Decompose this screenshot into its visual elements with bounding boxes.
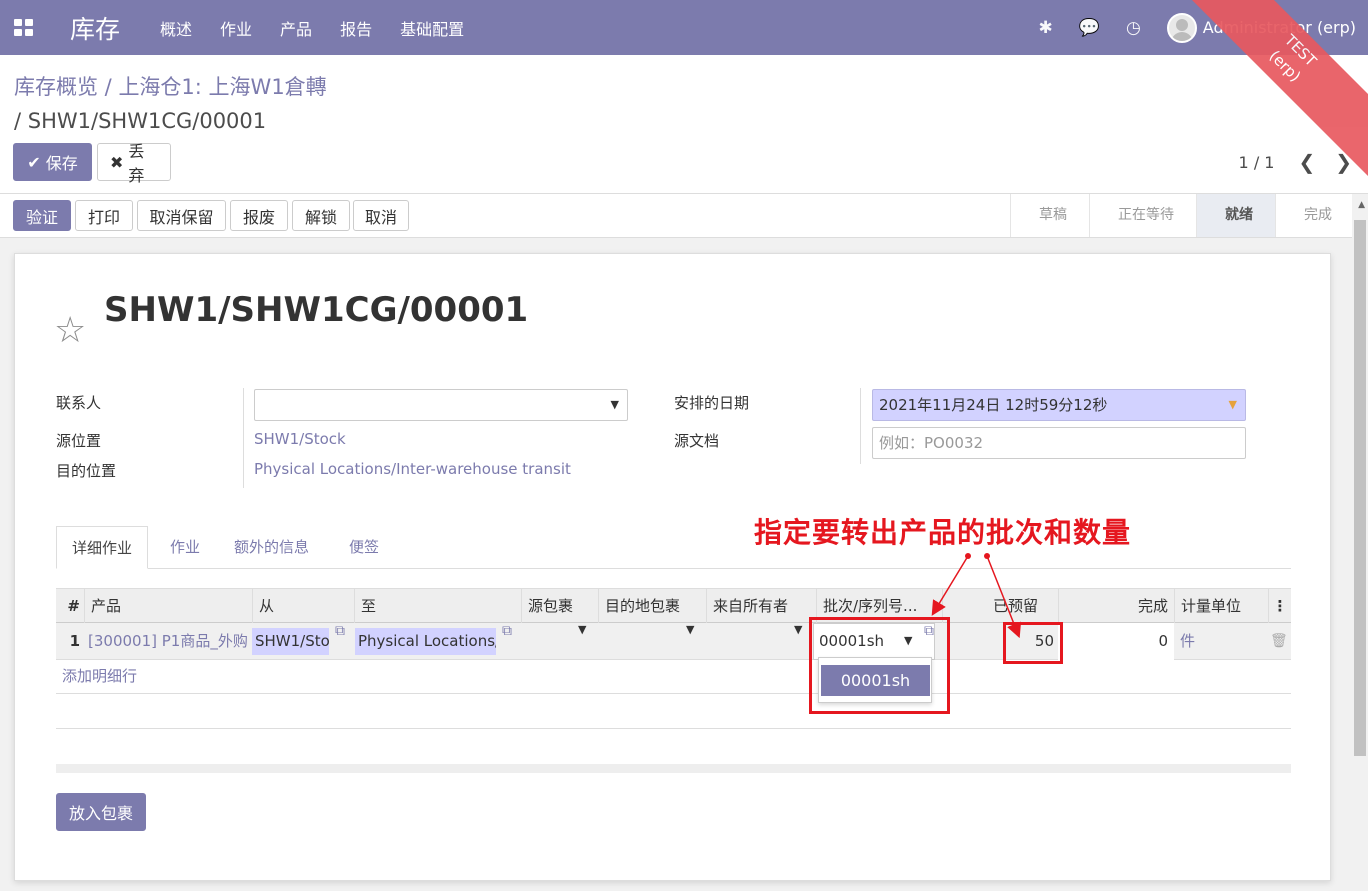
stage-ready: 就绪 xyxy=(1196,194,1275,237)
partner-label: 联系人 xyxy=(56,394,102,412)
pager-value[interactable]: 1 / 1 xyxy=(1239,153,1275,172)
trash-icon[interactable]: 🗑 xyxy=(1270,623,1290,660)
table-row[interactable]: 1 [300001] P1商品_外购 SHW1/Stock ⧉ Physical… xyxy=(56,623,1291,660)
scrollbar-thumb[interactable] xyxy=(1354,220,1366,756)
column-options-icon[interactable]: ⋮ xyxy=(1268,589,1291,624)
caret-down-icon[interactable]: ▼ xyxy=(686,623,694,636)
stage-waiting: 正在等待 xyxy=(1089,194,1196,237)
scroll-up-icon[interactable]: ▲ xyxy=(1358,200,1365,210)
stage-done: 完成 xyxy=(1275,194,1354,237)
caret-down-icon[interactable]: ▼ xyxy=(578,623,586,636)
divider-right xyxy=(860,388,861,464)
partner-select[interactable]: ▼ xyxy=(254,389,628,421)
origin-placeholder: 例如：PO0032 xyxy=(879,434,984,452)
breadcrumb-current: / SHW1/SHW1CG/00001 xyxy=(14,109,267,133)
origin-label: 源文档 xyxy=(674,432,720,450)
tab-note[interactable]: 便签 xyxy=(349,526,379,569)
annotation-box-reserved xyxy=(1003,622,1063,664)
dest-location-link[interactable]: Physical Locations/Inter-warehouse trans… xyxy=(254,460,571,478)
row-done[interactable]: 0 xyxy=(1058,623,1174,660)
tab-additional-info[interactable]: 额外的信息 xyxy=(234,526,309,569)
row-to-field[interactable]: Physical Locations/ xyxy=(355,628,496,655)
breadcrumb: 库存概览 / 上海仓1: 上海W1倉轉 / SHW1/SHW1CG/00001 xyxy=(14,70,374,138)
messages-chat-icon[interactable]: 💬 xyxy=(1079,18,1100,38)
discard-label: 丢弃 xyxy=(128,142,145,185)
row-product[interactable]: [300001] P1商品_外购 xyxy=(88,623,250,660)
record-title: SHW1/SHW1CG/00001 xyxy=(104,290,529,330)
favorite-star-icon[interactable]: ☆ xyxy=(54,310,86,351)
pager: 1 / 1 ❮ ❯ xyxy=(1239,150,1352,174)
caret-down-icon: ▼ xyxy=(1228,398,1237,411)
breadcrumb-separator: / xyxy=(98,75,119,99)
close-icon: ✖ xyxy=(110,152,124,172)
scheduled-date-value: 2021年11月24日 12时59分12秒 xyxy=(879,396,1108,414)
validate-button[interactable]: 验证 xyxy=(13,200,71,231)
statusbar: 验证 打印 取消保留 报废 解锁 取消 草稿 正在等待 就绪 完成 xyxy=(0,194,1368,238)
add-line-link[interactable]: 添加明细行 xyxy=(56,660,1291,694)
scheduled-date-label: 安排的日期 xyxy=(674,394,750,412)
source-location-label: 源位置 xyxy=(56,432,102,450)
col-to[interactable]: 至 xyxy=(354,589,521,624)
status-stages: 草稿 正在等待 就绪 完成 xyxy=(1010,194,1354,237)
dest-location-label: 目的位置 xyxy=(56,462,117,480)
external-link-icon[interactable]: ⧉ xyxy=(335,623,345,639)
origin-input[interactable]: 例如：PO0032 xyxy=(872,427,1246,459)
empty-row xyxy=(56,694,1291,729)
scheduled-date-input[interactable]: 2021年11月24日 12时59分12秒 ▼ xyxy=(872,389,1246,421)
activity-clock-icon[interactable]: ◷ xyxy=(1126,18,1141,38)
control-panel: 库存概览 / 上海仓1: 上海W1倉轉 / SHW1/SHW1CG/00001 … xyxy=(0,55,1368,194)
top-navbar: 库存 概述 作业 产品 报告 基础配置 ✱ 💬 ◷ Administrator … xyxy=(0,0,1368,55)
menu-products[interactable]: 产品 xyxy=(280,16,312,40)
col-from[interactable]: 从 xyxy=(252,589,354,624)
menu-reporting[interactable]: 报告 xyxy=(340,16,372,40)
print-button[interactable]: 打印 xyxy=(75,200,133,231)
unlock-button[interactable]: 解锁 xyxy=(292,200,350,231)
col-uom[interactable]: 计量单位 xyxy=(1174,589,1268,624)
col-index: # xyxy=(67,597,80,615)
divider-left xyxy=(243,388,244,488)
unreserve-button[interactable]: 取消保留 xyxy=(137,200,226,231)
debug-bug-icon[interactable]: ✱ xyxy=(1039,18,1053,38)
apps-menu-icon[interactable] xyxy=(14,17,36,39)
tab-operations[interactable]: 作业 xyxy=(170,526,200,569)
col-done[interactable]: 完成 xyxy=(1058,589,1174,624)
annotation-box-lot xyxy=(809,617,950,714)
save-button[interactable]: ✔ 保存 xyxy=(13,143,92,181)
row-from-field[interactable]: SHW1/Stock xyxy=(252,628,329,655)
save-label: 保存 xyxy=(45,154,78,173)
col-owner[interactable]: 来自所有者 xyxy=(706,589,816,624)
source-location-link[interactable]: SHW1/Stock xyxy=(254,430,346,448)
menu-operations[interactable]: 作业 xyxy=(220,16,252,40)
tab-detailed-operations[interactable]: 详细作业 xyxy=(56,526,149,569)
annotation-text: 指定要转出产品的批次和数量 xyxy=(754,516,1132,549)
user-avatar[interactable] xyxy=(1166,12,1197,43)
row-index: 1 xyxy=(69,632,80,650)
put-in-pack-button[interactable]: 放入包裹 xyxy=(56,793,146,831)
col-dest-package[interactable]: 目的地包裹 xyxy=(598,589,706,624)
menu-overview[interactable]: 概述 xyxy=(160,16,192,40)
breadcrumb-inventory-overview[interactable]: 库存概览 xyxy=(14,75,98,99)
breadcrumb-warehouse-transfer[interactable]: 上海仓1: 上海W1倉轉 xyxy=(118,75,326,99)
app-brand[interactable]: 库存 xyxy=(70,10,120,46)
check-icon: ✔ xyxy=(27,152,41,172)
caret-down-icon: ▼ xyxy=(610,398,619,411)
menu-configuration[interactable]: 基础配置 xyxy=(400,16,464,40)
page-scrollbar[interactable]: ▲ xyxy=(1352,194,1368,891)
form-sheet: ☆ SHW1/SHW1CG/00001 联系人 源位置 目的位置 ▼ SHW1/… xyxy=(14,253,1331,881)
caret-down-icon[interactable]: ▼ xyxy=(794,623,802,636)
scrap-button[interactable]: 报废 xyxy=(230,200,288,231)
table-header: # 产品 从 至 源包裹 目的地包裹 来自所有者 批次/序列号... 已预留 完… xyxy=(56,588,1291,624)
move-lines-table: # 产品 从 至 源包裹 目的地包裹 来自所有者 批次/序列号... 已预留 完… xyxy=(56,588,1291,773)
cancel-button[interactable]: 取消 xyxy=(353,200,409,231)
col-product[interactable]: 产品 xyxy=(84,589,252,624)
col-reserved[interactable]: 已预留 xyxy=(942,589,1058,624)
stage-draft: 草稿 xyxy=(1010,194,1089,237)
chevron-left-icon[interactable]: ❮ xyxy=(1298,150,1315,174)
col-source-package[interactable]: 源包裹 xyxy=(521,589,598,624)
table-footer xyxy=(56,764,1291,773)
discard-button[interactable]: ✖ 丢弃 xyxy=(97,142,171,185)
row-uom[interactable]: 件 xyxy=(1180,623,1260,660)
external-link-icon[interactable]: ⧉ xyxy=(502,623,512,639)
